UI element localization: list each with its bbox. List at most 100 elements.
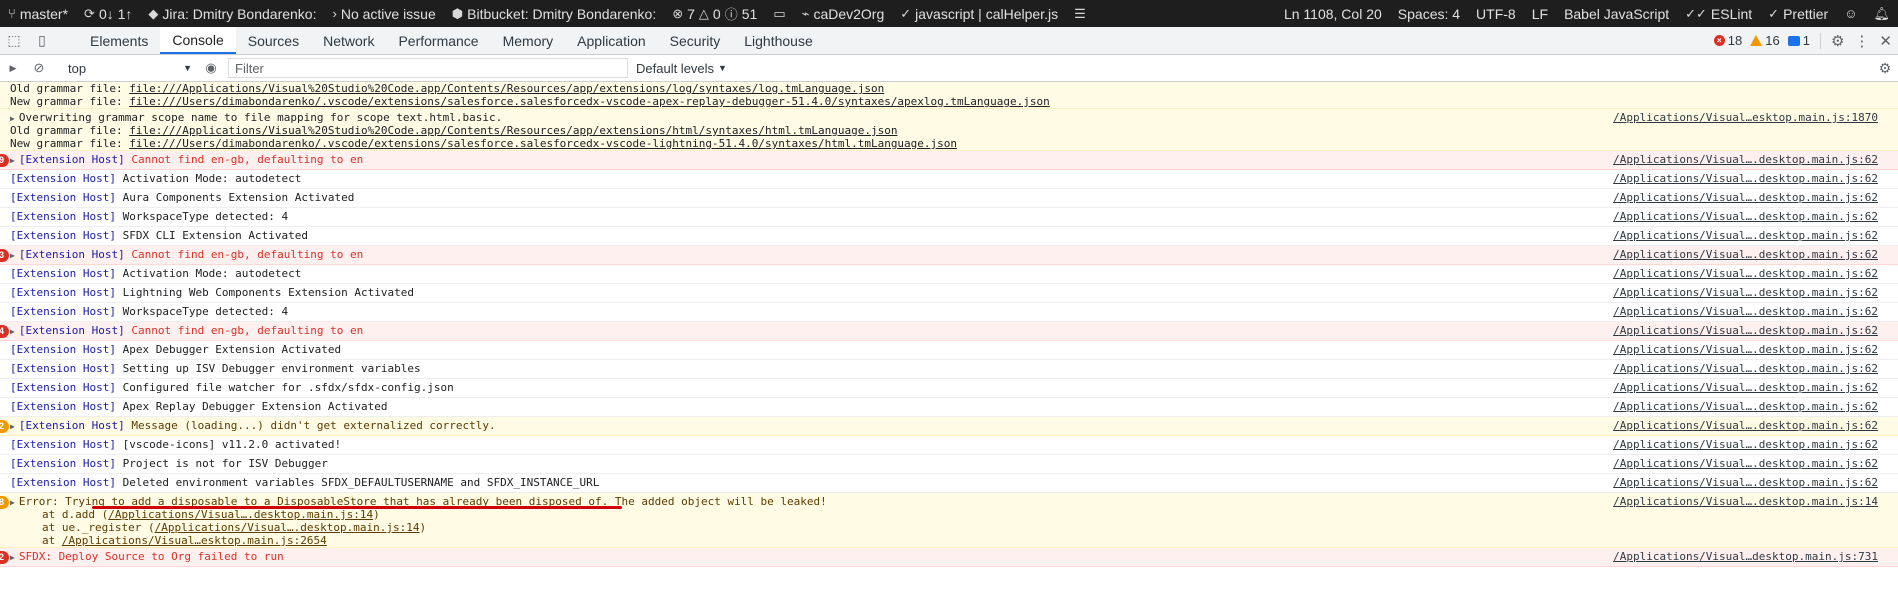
- stack-link[interactable]: /Applications/Visual….desktop.main.js:14: [155, 521, 420, 534]
- cursor-position[interactable]: Ln 1108, Col 20: [1276, 0, 1390, 27]
- end-of-line[interactable]: LF: [1524, 0, 1556, 27]
- expand-arrow-icon[interactable]: ▶: [10, 114, 15, 123]
- expand-arrow-icon[interactable]: ▶: [10, 498, 15, 507]
- source-link[interactable]: /Applications/Visual….desktop.main.js:62: [1613, 151, 1878, 169]
- grammar-file-link[interactable]: file:///Applications/Visual%20Studio%20C…: [129, 124, 897, 137]
- source-link[interactable]: /Applications/Visual….desktop.main.js:62: [1613, 417, 1878, 435]
- source-link[interactable]: /Applications/Visual….desktop.main.js:62: [1613, 360, 1878, 378]
- log-message: WorkspaceType detected: 4: [122, 305, 289, 318]
- source-link[interactable]: /Applications/Visual….desktop.main.js:62: [1613, 284, 1878, 302]
- expand-arrow-icon[interactable]: ▶: [10, 251, 15, 260]
- console-settings-button[interactable]: ⚙: [1872, 55, 1898, 81]
- expand-arrow-icon[interactable]: ▶: [10, 553, 15, 562]
- tab-lighthouse[interactable]: Lighthouse: [732, 27, 825, 54]
- tab-network[interactable]: Network: [311, 27, 386, 54]
- log-entry: [Extension Host] Lightning Web Component…: [0, 284, 1898, 303]
- source-link[interactable]: /Applications/Visual….desktop.main.js:62: [1613, 341, 1878, 359]
- log-levels-dropdown[interactable]: Default levels ▼: [636, 61, 727, 76]
- encoding[interactable]: UTF-8: [1468, 0, 1524, 27]
- bitbucket-account[interactable]: ⬢ Bitbucket: Dmitry Bondarenko:: [444, 0, 664, 27]
- problems-errors: 7: [687, 5, 695, 22]
- expand-arrow-icon[interactable]: ▶: [10, 327, 15, 336]
- clear-console-button[interactable]: ⊘: [26, 55, 52, 81]
- tab-application[interactable]: Application: [565, 27, 658, 54]
- filter-input[interactable]: Filter: [228, 58, 628, 78]
- stack-link[interactable]: /Applications/Visual…esktop.main.js:2654: [62, 534, 327, 547]
- bell-icon: 🔔︎: [1873, 5, 1890, 21]
- close-icon[interactable]: ✕: [1879, 32, 1892, 50]
- eslint-status[interactable]: ✓✓ ESLint: [1677, 0, 1760, 27]
- prettier-status[interactable]: ✓ Prettier: [1760, 0, 1836, 27]
- grammar-override-log: ▶ Overwriting grammar scope name to file …: [0, 109, 1898, 151]
- source-link[interactable]: /Applications/Visual….desktop.main.js:62: [1613, 170, 1878, 188]
- tab-memory[interactable]: Memory: [491, 27, 566, 54]
- grammar-file-link[interactable]: file:///Applications/Visual%20Studio%20C…: [129, 82, 884, 95]
- log-prefix: [Extension Host]: [10, 172, 116, 185]
- double-check-icon: ✓✓: [1685, 5, 1707, 21]
- current-file[interactable]: ✓ javascript | calHelper.js: [892, 0, 1066, 27]
- tab-console[interactable]: Console: [160, 27, 236, 54]
- log-prefix: [Extension Host]: [10, 229, 116, 242]
- inspect-element-button[interactable]: ⬚: [0, 27, 28, 55]
- sync-indicator[interactable]: ⟳ 0↓ 1↑: [76, 0, 140, 27]
- source-link[interactable]: /Applications/Visual….desktop.main.js:62: [1613, 322, 1878, 340]
- plug-icon: ⌁: [801, 5, 810, 21]
- source-link[interactable]: /Applications/Visual….desktop.main.js:62: [1613, 303, 1878, 321]
- sidebar-toggle-button[interactable]: ▶: [0, 55, 26, 81]
- expand-arrow-icon[interactable]: ▶: [10, 156, 15, 165]
- source-link[interactable]: /Applications/Visual….desktop.main.js:62: [1613, 436, 1878, 454]
- panel-toggle[interactable]: ▭: [765, 0, 793, 27]
- log-line: New grammar file: file:///Users/dimabond…: [10, 137, 958, 150]
- source-link[interactable]: /Applications/Visual…desktop.main.js:731: [1613, 548, 1878, 566]
- language-mode[interactable]: Babel JavaScript: [1556, 0, 1677, 27]
- sync-counts: 0↓ 1↑: [98, 5, 133, 22]
- feedback-button[interactable]: ☺: [1836, 0, 1865, 27]
- tab-sources[interactable]: Sources: [236, 27, 311, 54]
- log-prefix: [Extension Host]: [10, 381, 116, 394]
- log-line: Old grammar file: file:///Applications/V…: [10, 82, 885, 95]
- issue-counters[interactable]: × 18 16 1: [1713, 33, 1810, 48]
- jira-account[interactable]: ◆ Jira: Dmitry Bondarenko:: [140, 0, 324, 27]
- filter-placeholder: Filter: [235, 60, 264, 76]
- log-message: Aura Components Extension Activated: [122, 191, 355, 204]
- context-selector[interactable]: top ▼: [58, 58, 198, 78]
- source-link[interactable]: /Applications/Visual….desktop.main.js:62: [1613, 246, 1878, 264]
- stack-frame: at d.add (/Applications/Visual….desktop.…: [42, 508, 380, 521]
- notifications-button[interactable]: 🔔︎: [1865, 0, 1898, 27]
- source-link[interactable]: /Applications/Visual….desktop.main.js:62: [1613, 265, 1878, 283]
- stack-frame: at /Applications/Visual…esktop.main.js:2…: [42, 534, 327, 547]
- tab-security[interactable]: Security: [658, 27, 733, 54]
- log-message: WorkspaceType detected: 4: [122, 210, 289, 223]
- source-link[interactable]: /Applications/Visual….desktop.main.js:62: [1613, 208, 1878, 226]
- source-link[interactable]: /Applications/Visual….desktop.main.js:14: [1613, 495, 1878, 508]
- device-toolbar-button[interactable]: ▯: [28, 27, 56, 55]
- tab-performance[interactable]: Performance: [386, 27, 490, 54]
- tab-elements[interactable]: Elements: [78, 27, 160, 54]
- log-prefix: [Extension Host]: [18, 324, 125, 337]
- source-link[interactable]: /Applications/Visual….desktop.main.js:62: [1613, 189, 1878, 207]
- source-link[interactable]: /Applications/Visual…esktop.main.js:1870: [1613, 111, 1878, 124]
- org-indicator[interactable]: ⌁ caDev2Org: [794, 0, 893, 27]
- jira-issue[interactable]: › No active issue: [324, 0, 443, 27]
- problems-indicator[interactable]: ⊗ 7 △ 0 ⓘ 51: [664, 0, 765, 27]
- source-link[interactable]: /Applications/Visual….desktop.main.js:62: [1613, 455, 1878, 473]
- source-link[interactable]: /Applications/Visual….desktop.main.js:62: [1613, 398, 1878, 416]
- indentation[interactable]: Spaces: 4: [1390, 0, 1468, 27]
- source-link[interactable]: /Applications/Visual….desktop.main.js:62: [1613, 227, 1878, 245]
- settings-gear-icon[interactable]: ⚙: [1831, 32, 1844, 50]
- grammar-file-link[interactable]: file:///Users/dimabondarenko/.vscode/ext…: [129, 95, 1050, 108]
- more-options-icon[interactable]: ⋮: [1854, 32, 1869, 50]
- log-message: Cannot find en-gb, defaulting to en: [131, 324, 364, 337]
- menu-toggle[interactable]: ☰: [1066, 0, 1094, 27]
- settings-gear-icon: ⚙: [1878, 59, 1892, 76]
- stack-link[interactable]: /Applications/Visual….desktop.main.js:14: [108, 508, 373, 521]
- source-link[interactable]: /Applications/Visual….desktop.main.js:62: [1613, 474, 1878, 492]
- vscode-status-bar: ⑂ master* ⟳ 0↓ 1↑ ◆ Jira: Dmitry Bondare…: [0, 0, 1898, 27]
- grammar-file-link[interactable]: file:///Users/dimabondarenko/.vscode/ext…: [129, 137, 957, 150]
- source-link[interactable]: /Applications/Visual….desktop.main.js:62: [1613, 379, 1878, 397]
- expand-arrow-icon[interactable]: ▶: [10, 422, 15, 431]
- branch-indicator[interactable]: ⑂ master*: [0, 0, 76, 27]
- log-prefix: [Extension Host]: [10, 286, 116, 299]
- problems-warnings: 0: [712, 5, 721, 22]
- live-expression-button[interactable]: ◉: [198, 55, 224, 81]
